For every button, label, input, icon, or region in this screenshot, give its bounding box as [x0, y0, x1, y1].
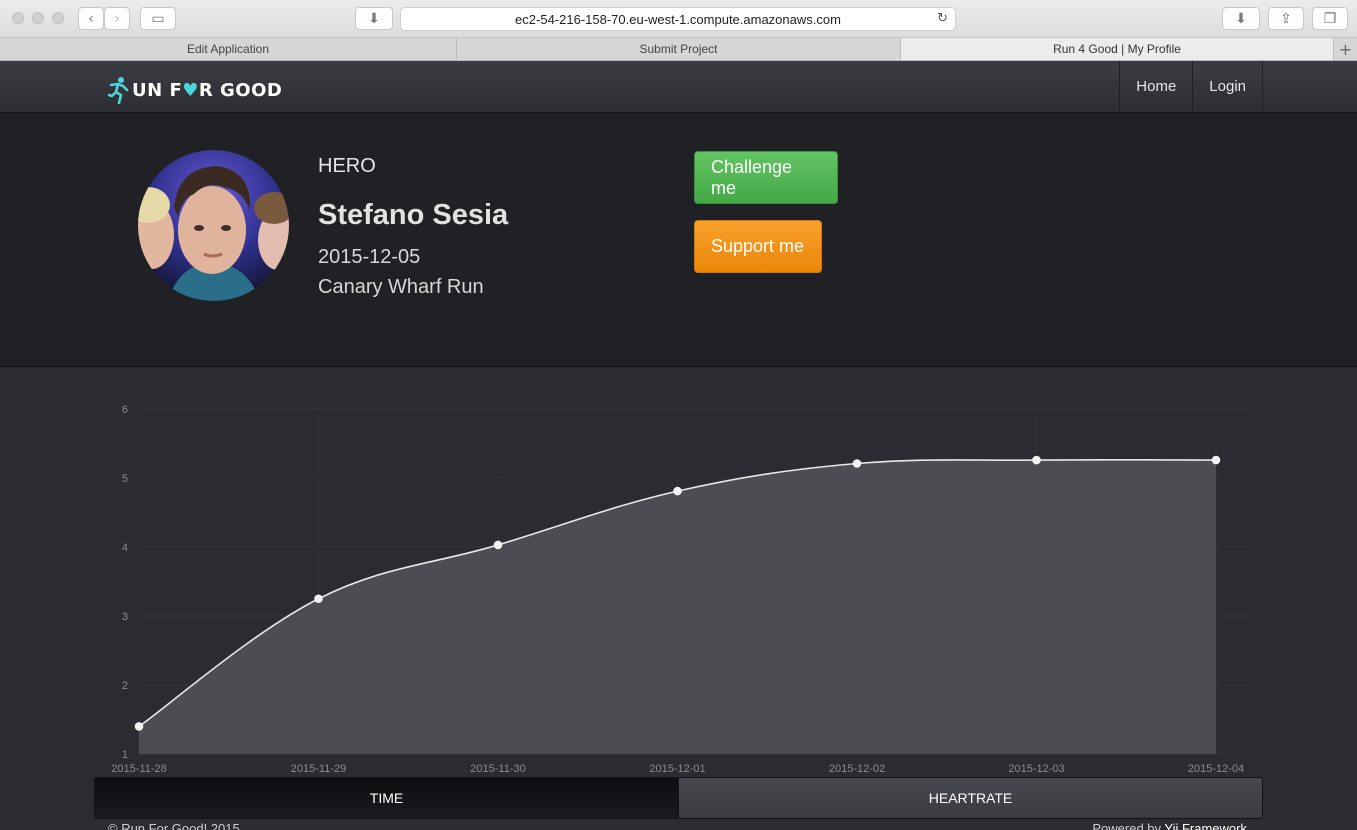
- y-tick-label: 4: [122, 542, 128, 554]
- tabs-icon[interactable]: ❐: [1312, 7, 1348, 30]
- logo-text: UN F♥R GOOD: [132, 80, 282, 101]
- data-point[interactable]: [493, 540, 503, 550]
- site-navbar: UN F♥R GOOD Home Login: [0, 61, 1357, 113]
- footer-powered: Powered by Yii Framework: [1092, 821, 1247, 830]
- back-icon[interactable]: ‹: [78, 7, 104, 30]
- tab-label: Submit Project: [639, 42, 718, 56]
- yii-framework-link[interactable]: Yii Framework: [1164, 821, 1247, 830]
- runner-logo-icon: [108, 77, 129, 104]
- avatar-photo: [138, 150, 289, 301]
- footer-powered-prefix: Powered by: [1092, 821, 1165, 830]
- new-tab-button[interactable]: +: [1334, 38, 1357, 60]
- profile-event: Canary Wharf Run: [318, 276, 484, 298]
- profile-header: HERO Stefano Sesia 2015-12-05 Canary Wha…: [0, 113, 1357, 367]
- heartrate-tab-button[interactable]: HEARTRATE: [678, 778, 1262, 818]
- x-tick-label: 2015-11-29: [291, 763, 346, 775]
- data-point[interactable]: [1032, 455, 1041, 465]
- chart-area-fill: [139, 459, 1216, 754]
- browser-toolbar: ‹ › ▭ ⬇ ec2-54-216-158-70.eu-west-1.comp…: [0, 0, 1357, 38]
- data-point[interactable]: [134, 722, 144, 731]
- heart-icon: ♥: [182, 79, 199, 101]
- tab-label: Run 4 Good | My Profile: [1053, 42, 1181, 56]
- x-tick-label: 2015-11-28: [111, 763, 166, 775]
- tab-bar: Edit Application Submit Project Run 4 Go…: [0, 38, 1357, 61]
- progress-chart: 1 2 3 4 5 6 2015-11-28 2015-11-29 2015-11-30 201…: [111, 404, 1248, 775]
- y-tick-label: 5: [122, 473, 128, 485]
- address-bar[interactable]: ec2-54-216-158-70.eu-west-1.compute.amaz…: [400, 7, 956, 31]
- minimize-window-icon[interactable]: [32, 12, 44, 24]
- tab-edit-application[interactable]: Edit Application: [0, 38, 457, 60]
- profile-name: Stefano Sesia: [318, 199, 509, 231]
- x-tick-label: 2015-12-04: [1188, 763, 1244, 775]
- challenge-me-button[interactable]: Challenge me: [694, 151, 838, 204]
- downloads-icon[interactable]: ⬇: [1222, 7, 1260, 30]
- tab-my-profile[interactable]: Run 4 Good | My Profile: [901, 38, 1334, 60]
- data-point[interactable]: [314, 594, 323, 604]
- footer-copyright: © Run For Good! 2015: [108, 821, 240, 830]
- logo-text-prefix: UN F: [132, 79, 183, 101]
- data-point[interactable]: [852, 459, 862, 468]
- site-logo[interactable]: UN F♥R GOOD: [108, 75, 282, 105]
- logo-text-suffix: R GOOD: [198, 79, 283, 101]
- tab-submit-project[interactable]: Submit Project: [457, 38, 901, 60]
- time-tab-button[interactable]: TIME: [95, 778, 678, 818]
- forward-icon[interactable]: ›: [104, 7, 130, 30]
- sidebar-icon[interactable]: ▭: [140, 7, 176, 30]
- x-tick-label: 2015-12-02: [829, 763, 885, 775]
- nav-login-link[interactable]: Login: [1192, 61, 1263, 112]
- avatar: [138, 150, 289, 301]
- profile-date: 2015-12-05: [318, 246, 421, 268]
- support-me-button[interactable]: Support me: [694, 220, 822, 273]
- nav-home-link[interactable]: Home: [1119, 61, 1192, 112]
- x-tick-label: 2015-11-30: [470, 763, 525, 775]
- y-tick-label: 3: [122, 611, 128, 623]
- nav-links: Home Login: [1119, 61, 1263, 112]
- zoom-window-icon[interactable]: [52, 12, 64, 24]
- tab-label: Edit Application: [186, 42, 270, 56]
- x-tick-label: 2015-12-03: [1008, 763, 1064, 775]
- y-tick-label: 6: [122, 404, 128, 416]
- reload-icon[interactable]: ↻: [937, 11, 948, 26]
- close-window-icon[interactable]: [12, 12, 24, 24]
- download-icon[interactable]: ⬇: [355, 7, 393, 30]
- y-tick-label: 1: [122, 749, 128, 761]
- metric-switcher: TIME HEARTRATE: [94, 777, 1263, 819]
- profile-role: HERO: [318, 155, 376, 177]
- data-point[interactable]: [1211, 455, 1221, 465]
- x-tick-label: 2015-12-01: [649, 763, 705, 775]
- url-text: ec2-54-216-158-70.eu-west-1.compute.amaz…: [515, 11, 841, 27]
- data-point[interactable]: [673, 486, 682, 496]
- share-icon[interactable]: ⇪: [1268, 7, 1304, 30]
- y-tick-label: 2: [122, 680, 128, 692]
